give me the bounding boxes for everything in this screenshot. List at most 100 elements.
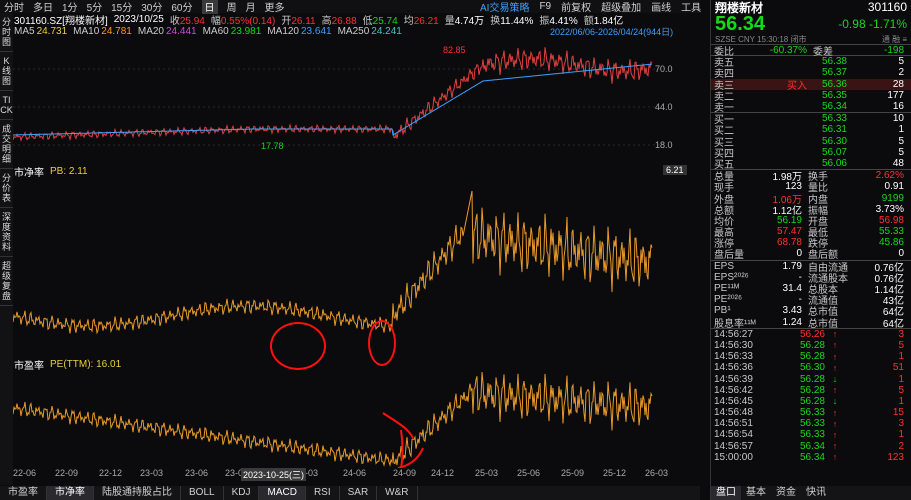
quote-cell: 14:56:36 — [714, 362, 753, 374]
buy-in-label: 买入 — [787, 80, 807, 92]
bar-info-line: 301160.SZ[翔楼新材] 2023/10/25 收25.94 幅0.55%… — [14, 13, 623, 27]
ask-price: 56.38 — [821, 56, 847, 68]
last-price: 56.34 — [715, 12, 766, 35]
x-tick-label: 22-06 — [13, 468, 37, 478]
quote-cell: 3.73% — [875, 203, 904, 215]
quote-cell: 1 — [898, 429, 904, 441]
ma-label: MA5 — [14, 25, 35, 37]
quote-cell: 14:56:51 — [714, 418, 753, 430]
quote-cell: 56.26 — [799, 328, 825, 340]
indicator-tab-5[interactable]: MACD — [259, 486, 306, 500]
left-view-6[interactable]: 超级复盘 — [0, 257, 13, 306]
quote-cell: PE²⁰²⁶ — [714, 294, 743, 306]
price-change: -0.98 -1.71% — [838, 17, 907, 31]
left-view-5[interactable]: 深度资料 — [0, 208, 13, 257]
quote-cell: 45.86 — [878, 237, 904, 249]
bid-volume: 5 — [898, 146, 904, 158]
kline-price-line — [13, 47, 653, 142]
quote-cell: - — [798, 271, 802, 283]
left-view-0[interactable]: 分时图 — [0, 13, 13, 52]
ma-label: MA120 — [267, 25, 299, 37]
ask-price: 56.37 — [821, 67, 847, 79]
ask-volume: 177 — [887, 89, 904, 101]
pe-chart[interactable]: 40.026.012.0 — [13, 368, 700, 468]
quote-cell: 56.98 — [878, 214, 904, 226]
tool-button-4[interactable]: 画线 — [651, 0, 671, 14]
tick-list: 14:56:27 56.26 ↑ 3 14:56:30 56.28 ↑ 5 14:56:33 56… — [711, 327, 911, 463]
quote-row: 14:56:51 56.33 ↑ 3 — [711, 418, 911, 429]
period-tab-5[interactable]: 30分 — [141, 0, 162, 14]
quote-cell: 2.62% — [875, 170, 904, 182]
indicator-tab-2[interactable]: 陆股通持股占比 — [94, 486, 181, 500]
change-pct: -1.71% — [868, 17, 907, 31]
kline-ma-line — [13, 63, 653, 136]
avg-value: 26.21 — [413, 15, 439, 27]
x-axis-highlight: 2023-10-25(三) — [241, 468, 307, 481]
quote-cell: 2 — [898, 440, 904, 452]
left-view-2[interactable]: TICK — [0, 91, 13, 120]
bar-date: 2023/10/25 — [113, 13, 164, 25]
indicator-tab-3[interactable]: BOLL — [181, 486, 224, 500]
indicator-tab-7[interactable]: SAR — [340, 486, 378, 500]
ma-value: 24.781 — [101, 25, 132, 37]
quote-cell: 56.34 — [799, 440, 825, 452]
ma-line: MA5 24.731 MA10 24.781 MA20 24.441 MA60 23.981 M… — [14, 25, 402, 37]
quote-cell: 56.30 — [799, 362, 825, 374]
quote-cell: 64亿 — [882, 318, 904, 330]
quote-cell: 3.43 — [782, 305, 802, 317]
ask-volume: 2 — [898, 67, 904, 79]
quote-tab-3[interactable]: 快讯 — [801, 486, 831, 500]
x-tick-label: 25-12 — [603, 468, 627, 478]
left-view-4[interactable]: 分价表 — [0, 169, 13, 208]
quote-cell: ↓ — [832, 374, 838, 385]
quote-cell: EPS — [714, 260, 735, 272]
indicator-tab-1[interactable]: 市净率 — [47, 486, 94, 500]
pe-line — [13, 371, 653, 467]
quote-cell: 盘后量 — [714, 250, 744, 262]
x-tick-label: 26-03 — [645, 468, 669, 478]
quote-cell: 56.33 — [799, 429, 825, 441]
quote-tab-1[interactable]: 基本 — [741, 486, 771, 500]
quote-cell: 9199 — [881, 192, 904, 204]
wc-value: -198 — [883, 44, 904, 56]
tool-button-1[interactable]: F9 — [539, 1, 551, 12]
bid-price: 56.30 — [821, 135, 847, 147]
quote-tab-0[interactable]: 盘口 — [711, 486, 741, 500]
left-view-3[interactable]: 成交明细 — [0, 120, 13, 169]
pb-annotation-circle-2 — [368, 320, 396, 366]
quote-tab-2[interactable]: 资金 — [771, 486, 801, 500]
kline-chart[interactable]: 82.85 17.78 70.0 44.0 18.0 — [13, 37, 700, 162]
x-tick-label: 25-03 — [475, 468, 499, 478]
ma-item-5: MA250 24.241 — [338, 26, 402, 37]
ma-item-3: MA60 23.981 — [203, 26, 262, 37]
change-value: -0.98 — [838, 17, 866, 31]
pb-current-tag: 6.21 — [663, 165, 687, 175]
period-tab-4[interactable]: 15分 — [111, 0, 132, 14]
indicator-tab-8[interactable]: W&R — [377, 486, 418, 500]
bid-price: 56.07 — [821, 146, 847, 158]
kline-ylabel-1: 70.0 — [655, 64, 673, 74]
quote-cell: 14:56:30 — [714, 339, 753, 351]
left-view-1[interactable]: K线图 — [0, 52, 13, 91]
quote-cell: 14:56:48 — [714, 407, 753, 419]
quote-cell: ↑ — [832, 385, 838, 396]
tool-button-5[interactable]: 工具 — [681, 0, 701, 14]
indicator-tab-0[interactable]: 市盈率 — [0, 486, 47, 500]
quote-cell: 3 — [898, 418, 904, 430]
quote-cell: 0.91 — [884, 181, 904, 193]
bid-price: 56.33 — [821, 113, 847, 125]
quote-cell: 15 — [892, 407, 904, 419]
quote-cell: ↑ — [832, 418, 838, 429]
kline-ylabel-3: 18.0 — [655, 140, 673, 150]
ma-label: MA20 — [137, 25, 164, 37]
turn-value: 11.44% — [500, 15, 534, 27]
x-tick-label: 23-03 — [140, 468, 164, 478]
quote-cell: 1.79 — [782, 260, 802, 272]
quote-cell: 56.28 — [799, 384, 825, 396]
indicator-tab-4[interactable]: KDJ — [224, 486, 260, 500]
quote-cell: 56.33 — [799, 407, 825, 419]
pb-chart[interactable]: 6.005.104.203.302.401.50 — [13, 176, 700, 354]
bid-volume: 48 — [892, 157, 904, 169]
indicator-tab-6[interactable]: RSI — [306, 486, 340, 500]
x-axis: 22-06 22-09 22-12 23-03 23-06 23-09 24-03 24-06… — [13, 468, 700, 481]
